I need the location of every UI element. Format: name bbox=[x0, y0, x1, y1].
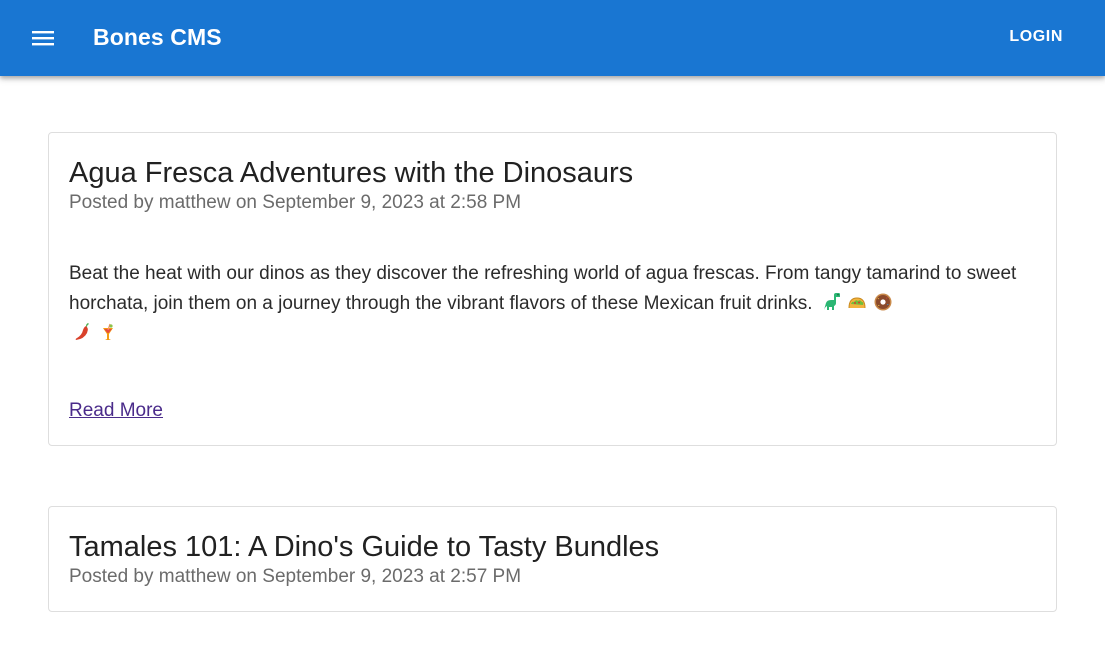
post-title[interactable]: Agua Fresca Adventures with the Dinosaur… bbox=[69, 155, 1036, 191]
taco-icon bbox=[848, 297, 866, 309]
post-title[interactable]: Tamales 101: A Dino's Guide to Tasty Bun… bbox=[69, 529, 1036, 565]
read-more-link[interactable]: Read More bbox=[69, 399, 163, 423]
login-button[interactable]: LOGIN bbox=[995, 21, 1077, 53]
menu-button[interactable] bbox=[22, 18, 64, 58]
donut-icon bbox=[874, 293, 892, 311]
tropical-drink-icon bbox=[103, 323, 113, 340]
post-card: Tamales 101: A Dino's Guide to Tasty Bun… bbox=[48, 506, 1057, 612]
post-card: Agua Fresca Adventures with the Dinosaur… bbox=[48, 132, 1057, 446]
dinosaur-icon bbox=[823, 293, 840, 310]
post-meta: Posted by matthew on September 9, 2023 a… bbox=[69, 566, 522, 587]
post-excerpt: Beat the heat with our dinos as they dis… bbox=[69, 259, 1036, 349]
chili-pepper-icon bbox=[75, 323, 89, 340]
post-meta: Posted by matthew on September 9, 2023 a… bbox=[69, 192, 522, 213]
app-bar: Bones CMS LOGIN bbox=[0, 0, 1105, 76]
post-list: Agua Fresca Adventures with the Dinosaur… bbox=[48, 132, 1057, 672]
menu-icon bbox=[32, 31, 54, 46]
app-title[interactable]: Bones CMS bbox=[93, 22, 222, 52]
